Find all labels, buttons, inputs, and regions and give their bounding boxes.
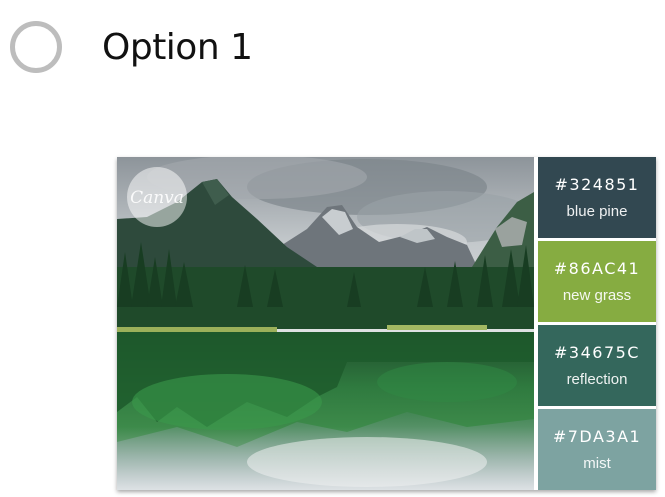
swatch-name: reflection [566,371,628,388]
swatch-blue-pine: #324851 blue pine [538,157,656,238]
swatch-hex: #34675C [554,343,640,362]
swatch-mist: #7DA3A1 mist [538,409,656,490]
color-palette: #324851 blue pine #86AC41 new grass #346… [538,157,656,490]
lake-mountain-photo: Canva [117,157,534,490]
swatch-hex: #7DA3A1 [552,427,642,446]
swatch-hex: #324851 [554,175,640,194]
swatch-name: blue pine [566,203,628,220]
swatch-name: new grass [562,287,632,304]
canva-watermark-text: Canva [130,188,184,208]
option-1-label[interactable]: Option 1 [102,27,253,68]
swatch-reflection: #34675C reflection [538,325,656,406]
swatch-new-grass: #86AC41 new grass [538,241,656,322]
swatch-hex: #86AC41 [553,259,641,278]
option-1-radio[interactable] [10,21,62,73]
option-1-row[interactable]: Option 1 [10,16,253,78]
swatch-name: mist [583,455,611,472]
palette-card-image: Canva #324851 blue pine #86AC41 new gras… [117,157,656,490]
